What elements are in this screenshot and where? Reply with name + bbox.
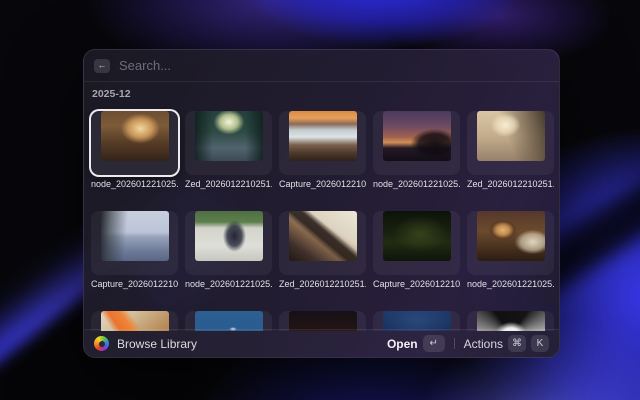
photo-item[interactable]: node_202601221025... — [91, 104, 178, 191]
photo-cell — [373, 311, 460, 331]
footer-divider — [454, 338, 455, 349]
photo-thumbnail — [289, 211, 357, 261]
photo-thumbnail — [477, 311, 545, 331]
photo-item[interactable] — [373, 304, 460, 331]
photo-item[interactable] — [185, 304, 272, 331]
photo-filename: Zed_2026012210251... — [279, 279, 366, 291]
photo-cell — [91, 211, 178, 275]
photo-cell — [467, 111, 554, 175]
photo-cell — [91, 111, 178, 175]
open-action-button[interactable]: Open — [387, 337, 418, 351]
photo-thumbnail — [195, 111, 263, 161]
photo-item[interactable] — [279, 304, 366, 331]
photo-filename: Capture_2026012210... — [91, 279, 178, 291]
back-button[interactable]: ← — [94, 59, 110, 73]
photo-item[interactable]: Zed_2026012210251... — [467, 104, 554, 191]
photo-browser-window: ← 2025-12 node_202601221025... Zed_20260… — [83, 49, 560, 358]
photo-item[interactable]: Zed_2026012210251... — [185, 104, 272, 191]
search-bar: ← — [84, 50, 559, 81]
date-section-header: 2025-12 — [92, 88, 551, 100]
back-arrow-icon: ← — [98, 59, 107, 72]
photo-cell — [279, 211, 366, 275]
photo-filename: Capture_2026012210... — [279, 179, 366, 191]
photo-filename: node_202601221025... — [185, 279, 272, 291]
footer-bar: Browse Library Open ↵ Actions ⌘ K — [84, 329, 559, 357]
photo-thumbnail — [289, 111, 357, 161]
photo-filename: Zed_2026012210251... — [467, 179, 554, 191]
photo-filename: node_202601221025... — [91, 179, 178, 191]
photo-item[interactable]: node_202601221025... — [185, 204, 272, 291]
enter-key-badge: ↵ — [423, 335, 445, 352]
photo-cell — [467, 311, 554, 331]
footer-actions: Open ↵ Actions ⌘ K — [387, 335, 549, 352]
photo-thumbnail — [383, 111, 451, 161]
app-label: Browse Library — [117, 337, 197, 351]
photo-thumbnail — [477, 111, 545, 161]
photo-filename: node_202601221025... — [467, 279, 554, 291]
k-key-badge: K — [531, 335, 549, 352]
photo-item[interactable]: Zed_2026012210251... — [279, 204, 366, 291]
photo-item[interactable] — [467, 304, 554, 331]
search-input[interactable] — [119, 58, 549, 73]
photo-thumbnail — [195, 211, 263, 261]
photo-grid: node_202601221025... Zed_2026012210251..… — [91, 104, 552, 331]
photo-thumbnail — [101, 111, 169, 161]
photo-thumbnail — [101, 211, 169, 261]
photo-cell — [185, 211, 272, 275]
photo-item[interactable]: Capture_2026012210... — [91, 204, 178, 291]
photo-thumbnail — [383, 311, 451, 331]
photo-item[interactable]: node_202601221025... — [373, 104, 460, 191]
photo-thumbnail — [195, 311, 263, 331]
photo-thumbnail — [477, 211, 545, 261]
cmd-key-badge: ⌘ — [508, 335, 526, 352]
photo-item[interactable] — [91, 304, 178, 331]
photo-cell — [279, 111, 366, 175]
photo-filename: node_202601221025... — [373, 179, 460, 191]
photo-cell — [467, 211, 554, 275]
photo-cell — [185, 111, 272, 175]
photo-item[interactable]: Capture_2026012210... — [373, 204, 460, 291]
photo-cell — [373, 211, 460, 275]
color-wheel-icon — [94, 336, 109, 351]
photo-filename: Capture_2026012210... — [373, 279, 460, 291]
results-area: 2025-12 node_202601221025... Zed_2026012… — [84, 82, 559, 331]
photo-cell — [91, 311, 178, 331]
actions-menu-button[interactable]: Actions — [464, 337, 503, 351]
photo-cell — [279, 311, 366, 331]
photo-cell — [185, 311, 272, 331]
photo-item[interactable]: node_202601221025... — [467, 204, 554, 291]
photo-thumbnail — [101, 311, 169, 331]
photo-thumbnail — [289, 311, 357, 331]
photo-filename: Zed_2026012210251... — [185, 179, 272, 191]
photo-cell — [373, 111, 460, 175]
photo-item[interactable]: Capture_2026012210... — [279, 104, 366, 191]
photo-thumbnail — [383, 211, 451, 261]
